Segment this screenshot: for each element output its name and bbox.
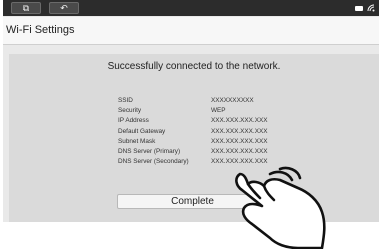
info-row: Subnet Mask XXX.XXX.XXX.XXX — [118, 137, 267, 147]
window-switch-icon: ⧉ — [22, 2, 30, 13]
connection-info: SSID XXXXXXXXXX Security WEP IP Address XXX… — [118, 96, 267, 167]
wifi-signal-icon — [367, 4, 375, 12]
battery-icon — [355, 5, 363, 11]
info-value: XXX.XXX.XXX.XXX — [211, 147, 268, 155]
status-area — [355, 3, 375, 13]
info-value: XXX.XXX.XXX.XXX — [211, 117, 268, 125]
window-switch-button[interactable]: ⧉ — [11, 2, 41, 14]
back-button[interactable]: ↶ — [49, 2, 79, 14]
info-label: DNS Server (Primary) — [118, 147, 181, 155]
info-value: XXX.XXX.XXX.XXX — [211, 137, 268, 145]
title-bar: Wi-Fi Settings — [3, 17, 379, 45]
info-row: Security WEP — [118, 106, 267, 116]
info-value: WEP — [211, 107, 226, 115]
info-label: DNS Server (Secondary) — [118, 158, 189, 166]
info-label: Default Gateway — [118, 127, 166, 135]
info-row: SSID XXXXXXXXXX — [118, 96, 267, 106]
info-value: XXXXXXXXXX — [211, 97, 254, 104]
window-title: Wi-Fi Settings — [6, 24, 75, 36]
pointing-hand-icon — [235, 166, 326, 249]
info-label: IP Address — [118, 117, 149, 125]
success-message: Successfully connected to the network. — [107, 61, 281, 72]
info-row: IP Address XXX.XXX.XXX.XXX — [118, 116, 267, 126]
info-row: DNS Server (Primary) XXX.XXX.XXX.XXX — [118, 147, 267, 157]
info-label: Security — [118, 107, 142, 115]
info-label: Subnet Mask — [118, 137, 156, 145]
info-row: Default Gateway XXX.XXX.XXX.XXX — [118, 127, 267, 137]
top-bar: ⧉ ↶ — [3, 0, 379, 16]
info-label: SSID — [118, 97, 133, 104]
info-value: XXX.XXX.XXX.XXX — [211, 127, 268, 135]
back-icon: ↶ — [60, 2, 68, 13]
